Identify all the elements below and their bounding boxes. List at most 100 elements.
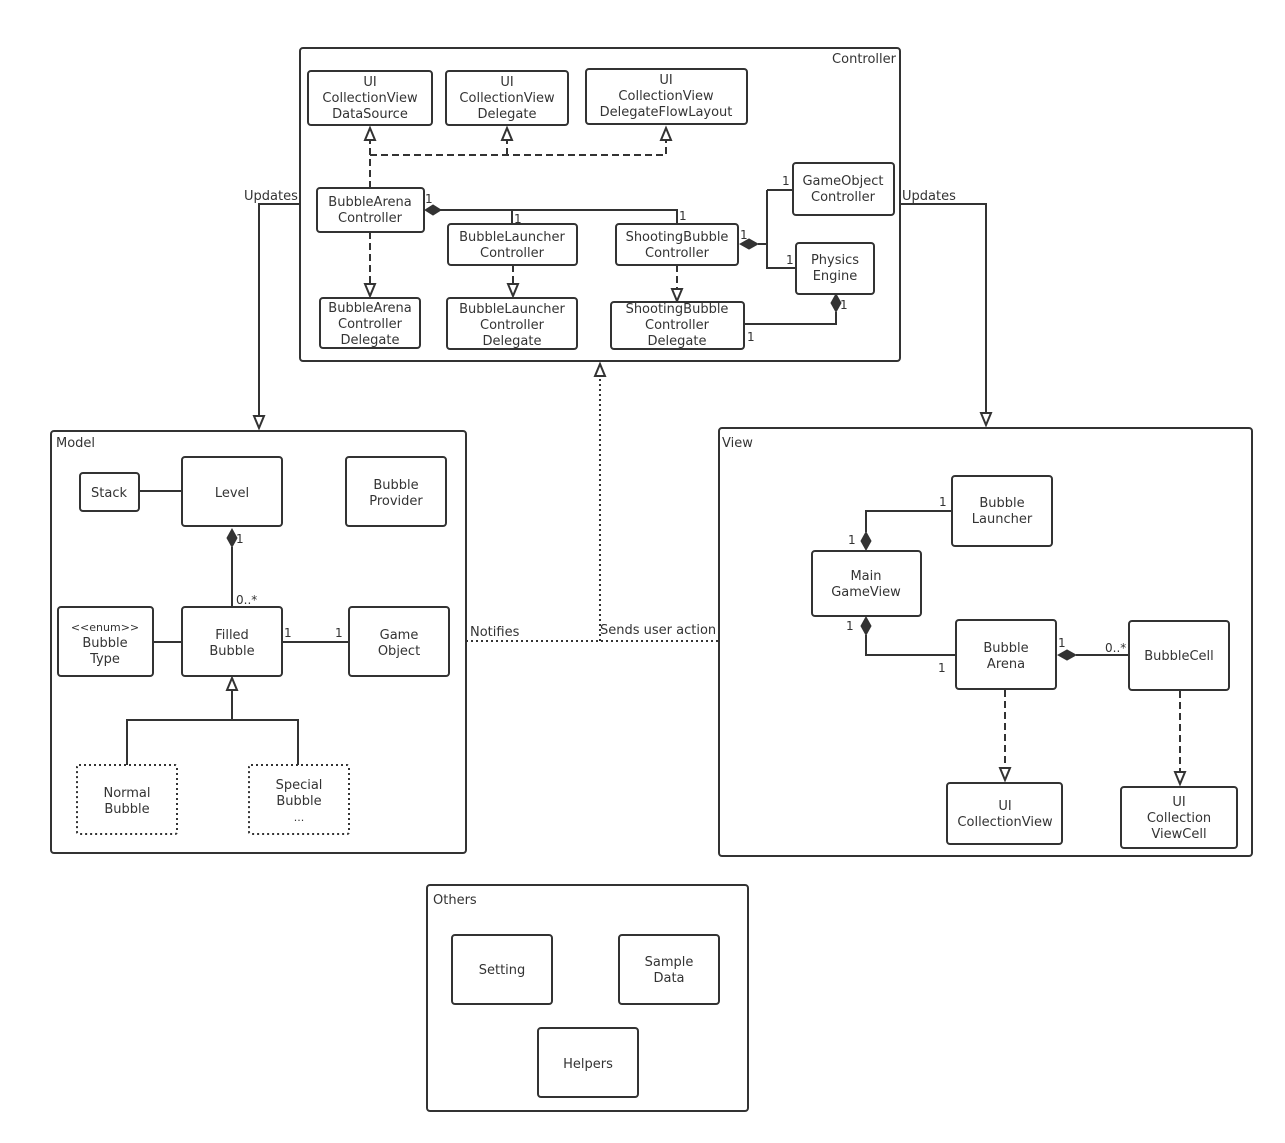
svg-text:CollectionView: CollectionView xyxy=(957,815,1053,830)
class-bubble-cell[interactable]: BubbleCell xyxy=(1128,620,1230,691)
mult-sbcd: 1 xyxy=(747,330,755,344)
class-bubble-arena-controller-delegate[interactable]: BubbleArena Controller Delegate xyxy=(319,297,421,349)
class-helpers[interactable]: Helpers xyxy=(537,1027,639,1098)
svg-text:ShootingBubble: ShootingBubble xyxy=(626,230,729,245)
mult-sbc-top: 1 xyxy=(679,209,687,223)
svg-text:CollectionView: CollectionView xyxy=(459,91,555,106)
mult-mgv-top: 1 xyxy=(848,533,856,547)
svg-text:Controller: Controller xyxy=(811,190,876,205)
svg-text:CollectionView: CollectionView xyxy=(618,89,714,104)
svg-text:Controller: Controller xyxy=(338,317,403,332)
class-gameobject-controller[interactable]: GameObject Controller xyxy=(792,162,895,216)
svg-text:Provider: Provider xyxy=(369,494,423,509)
class-bubble-launcher-controller-delegate[interactable]: BubbleLauncher Controller Delegate xyxy=(446,297,578,350)
svg-text:Setting: Setting xyxy=(479,963,526,978)
svg-text:Physics: Physics xyxy=(811,253,859,268)
svg-text:Arena: Arena xyxy=(987,657,1025,672)
svg-text:Sample: Sample xyxy=(645,955,694,970)
svg-text:UI: UI xyxy=(998,799,1011,814)
svg-text:Controller: Controller xyxy=(645,246,710,261)
mult-cell-many: 0..* xyxy=(1105,641,1126,655)
class-bubble-launcher[interactable]: Bubble Launcher xyxy=(951,475,1053,547)
svg-text:DelegateFlowLayout: DelegateFlowLayout xyxy=(600,105,733,120)
svg-text:Engine: Engine xyxy=(813,269,858,284)
class-bubble-arena[interactable]: Bubble Arena xyxy=(955,619,1057,690)
class-special-bubble[interactable]: Special Bubble ... xyxy=(248,764,350,835)
mult-goc: 1 xyxy=(782,174,790,188)
svg-text:Delegate: Delegate xyxy=(648,334,707,349)
relation-notifies-sends-action: Notifies Sends user action xyxy=(466,361,719,642)
class-bubble-provider[interactable]: Bubble Provider xyxy=(345,456,447,527)
class-ui-collectionviewcell[interactable]: UI Collection ViewCell xyxy=(1120,786,1238,849)
class-shooting-bubble-controller[interactable]: ShootingBubble Controller xyxy=(615,223,739,266)
svg-text:CollectionView: CollectionView xyxy=(322,91,418,106)
class-physics-engine[interactable]: Physics Engine xyxy=(795,242,875,295)
package-others-label: Others xyxy=(433,893,477,908)
svg-text:Bubble: Bubble xyxy=(104,802,149,817)
class-shooting-bubble-controller-delegate[interactable]: ShootingBubble Controller Delegate xyxy=(610,301,745,350)
svg-text:Bubble: Bubble xyxy=(979,496,1024,511)
svg-text:GameObject: GameObject xyxy=(802,174,883,189)
svg-text:Game: Game xyxy=(380,628,419,643)
class-normal-bubble[interactable]: Normal Bubble xyxy=(76,764,178,835)
svg-text:Launcher: Launcher xyxy=(972,512,1033,527)
class-setting[interactable]: Setting xyxy=(451,934,553,1005)
mult-filled-many: 0..* xyxy=(236,593,257,607)
class-game-object[interactable]: Game Object xyxy=(348,606,450,677)
class-filled-bubble[interactable]: Filled Bubble xyxy=(181,606,283,677)
mult-filled-go: 1 xyxy=(284,626,292,640)
svg-text:UI: UI xyxy=(500,75,513,90)
class-ui-collectionview-delegate[interactable]: UI CollectionView Delegate xyxy=(445,70,569,126)
svg-text:Object: Object xyxy=(378,644,420,659)
svg-text:Normal: Normal xyxy=(103,786,150,801)
class-stack[interactable]: Stack xyxy=(79,472,140,512)
class-ui-collectionview[interactable]: UI CollectionView xyxy=(946,782,1063,845)
class-bubble-arena-controller[interactable]: BubbleArena Controller xyxy=(316,187,425,233)
class-bubble-launcher-controller[interactable]: BubbleLauncher Controller xyxy=(447,223,578,266)
mult-bl: 1 xyxy=(939,495,947,509)
relation-label-sends-user-action: Sends user action xyxy=(600,623,716,638)
svg-text:GameView: GameView xyxy=(831,585,901,600)
svg-text:Bubble: Bubble xyxy=(82,636,127,651)
package-view-label: View xyxy=(722,436,753,451)
svg-text:Stack: Stack xyxy=(91,486,127,501)
svg-text:BubbleLauncher: BubbleLauncher xyxy=(459,302,565,317)
svg-text:BubbleArena: BubbleArena xyxy=(328,301,411,316)
svg-text:Bubble: Bubble xyxy=(373,478,418,493)
svg-text:Bubble: Bubble xyxy=(209,644,254,659)
svg-text:Bubble: Bubble xyxy=(983,641,1028,656)
arrowhead-icon xyxy=(979,412,993,428)
arrowhead-icon xyxy=(593,361,607,377)
svg-text:Delegate: Delegate xyxy=(341,333,400,348)
relation-label-updates-model: Updates xyxy=(244,189,298,204)
mult-pe: 1 xyxy=(786,253,794,267)
class-ui-collectionview-delegateflowlayout[interactable]: UI CollectionView DelegateFlowLayout xyxy=(585,68,748,125)
class-bubble-type-enum[interactable]: <<enum>> Bubble Type xyxy=(57,606,154,677)
relation-label-updates-view: Updates xyxy=(902,189,956,204)
mult-ba-left: 1 xyxy=(938,661,946,675)
svg-text:Controller: Controller xyxy=(480,246,545,261)
uml-diagram: Controller Model View Others Updates Upd… xyxy=(50,47,1253,1112)
mult-mgv-bottom: 1 xyxy=(846,619,854,633)
svg-text:BubbleCell: BubbleCell xyxy=(1144,649,1214,664)
svg-text:...: ... xyxy=(294,811,305,824)
mult-level: 1 xyxy=(236,532,244,546)
class-main-gameview[interactable]: Main GameView xyxy=(811,550,922,617)
svg-text:Controller: Controller xyxy=(480,318,545,333)
mult-sbc: 1 xyxy=(740,228,748,242)
svg-text:Level: Level xyxy=(215,486,249,501)
svg-text:Collection: Collection xyxy=(1147,811,1211,826)
package-model-label: Model xyxy=(56,436,95,451)
mult-bac: 1 xyxy=(425,192,433,206)
class-sample-data[interactable]: Sample Data xyxy=(618,934,720,1005)
class-level[interactable]: Level xyxy=(181,456,283,527)
arrowhead-icon xyxy=(252,415,266,431)
svg-text:Delegate: Delegate xyxy=(478,107,537,122)
class-ui-collectionview-datasource[interactable]: UI CollectionView DataSource xyxy=(307,70,433,126)
mult-go-filled: 1 xyxy=(335,626,343,640)
svg-text:<<enum>>: <<enum>> xyxy=(71,621,139,634)
svg-text:DataSource: DataSource xyxy=(332,107,408,122)
relation-label-notifies: Notifies xyxy=(470,625,520,640)
svg-text:UI: UI xyxy=(659,73,672,88)
svg-text:BubbleLauncher: BubbleLauncher xyxy=(459,230,565,245)
